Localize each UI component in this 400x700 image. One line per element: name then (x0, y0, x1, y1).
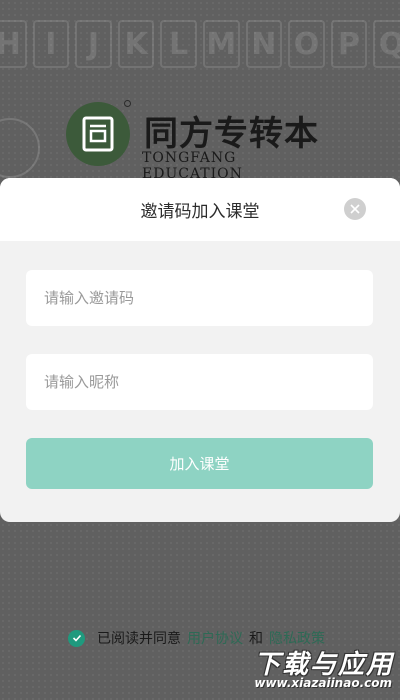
agree-checkbox-icon[interactable] (68, 629, 85, 647)
join-class-button[interactable]: 加入课堂 (26, 438, 373, 489)
letter-block: N (245, 20, 283, 68)
letter-block: L (160, 20, 197, 68)
letter-block: K (117, 20, 155, 68)
brand-name-cn: 同方专转本 (144, 114, 319, 154)
registered-mark-icon (124, 100, 131, 107)
letter-block: Q (373, 20, 400, 68)
letter-block: H (0, 20, 27, 68)
brand-logo: 同方专转本 TONGFANG EDUCATION (66, 100, 336, 182)
logo-emblem-icon (66, 102, 130, 166)
background-letter-row: H I J K L M N O P Q (0, 20, 400, 72)
user-agreement-link[interactable]: 用户协议 (187, 628, 243, 648)
close-icon (350, 204, 360, 214)
invite-code-dialog: 邀请码加入课堂 加入课堂 (0, 178, 400, 522)
dialog-header: 邀请码加入课堂 (0, 178, 400, 241)
dialog-title: 邀请码加入课堂 (140, 202, 260, 222)
letter-block: I (32, 20, 70, 68)
logo-glyph-icon (82, 116, 114, 152)
letter-block: P (330, 20, 368, 68)
site-watermark: 下载与应用 www.xiazaiinao.com (236, 644, 396, 696)
letter-block: O (288, 20, 325, 68)
letter-block: J (75, 20, 112, 68)
close-button[interactable] (344, 198, 366, 220)
agreement-prefix: 已阅读并同意 (97, 631, 181, 647)
nickname-input[interactable] (26, 354, 373, 410)
letter-block: M (202, 20, 240, 68)
invite-code-input[interactable] (26, 270, 373, 326)
watermark-url: www.xiazaiinao.com (254, 676, 392, 690)
